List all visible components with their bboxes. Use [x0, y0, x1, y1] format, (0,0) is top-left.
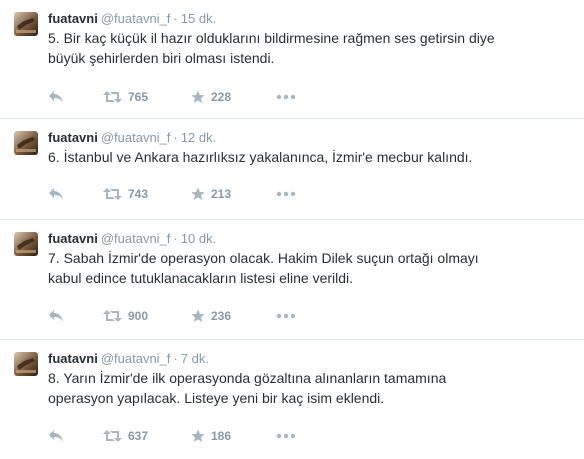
tweet[interactable]: fuatavni @fuatavni_f · 7 dk. 8. Yarın İzmir… — [0, 340, 584, 459]
tweet-fullname[interactable]: fuatavni — [48, 231, 98, 246]
tweet-username[interactable]: @fuatavni_f — [101, 351, 171, 366]
tweet[interactable]: fuatavni @fuatavni_f · 10 dk. 7. Sabah İzmi… — [0, 220, 584, 340]
star-icon — [191, 309, 205, 322]
tweet-text: 5. Bir kaç küçük il hazır olduklarını bi… — [48, 30, 495, 66]
retweet-icon — [103, 310, 122, 322]
reply-icon — [49, 188, 63, 200]
favorite-button[interactable]: 186 — [191, 429, 276, 443]
reply-icon — [49, 91, 63, 103]
star-icon — [191, 90, 205, 103]
tweet-actions: 637 186 — [48, 428, 296, 444]
tweet-text: 7. Sabah İzmir'de operasyon olacak. Haki… — [48, 250, 479, 286]
tweet-text: 6. İstanbul ve Ankara hazırlıksız yakala… — [48, 149, 473, 165]
retweet-button[interactable]: 637 — [103, 429, 191, 443]
reply-button[interactable] — [48, 429, 103, 443]
retweet-button[interactable]: 765 — [103, 90, 191, 104]
tweet[interactable]: fuatavni @fuatavni_f · 15 dk. 5. Bir kaç kü… — [0, 0, 584, 119]
reply-button[interactable] — [48, 309, 103, 323]
retweet-icon — [103, 91, 122, 103]
tweet-time[interactable]: 15 dk. — [181, 11, 216, 26]
tweet-fullname[interactable]: fuatavni — [48, 351, 98, 366]
reply-icon — [49, 310, 63, 322]
more-button[interactable] — [276, 191, 296, 197]
retweet-count: 765 — [128, 90, 149, 104]
tweet-time[interactable]: 10 dk. — [181, 231, 216, 246]
favorite-button[interactable]: 213 — [191, 187, 276, 201]
tweet-text: 8. Yarın İzmir'de ilk operasyonda gözalt… — [48, 370, 447, 406]
reply-icon — [49, 430, 63, 442]
favorite-count: 186 — [211, 429, 232, 443]
tweet-header: fuatavni @fuatavni_f · 12 dk. — [48, 130, 216, 146]
tweet-separator: · — [173, 231, 178, 246]
tweet-separator: · — [173, 351, 178, 366]
avatar[interactable] — [14, 232, 38, 256]
star-icon — [191, 187, 205, 200]
more-icon — [276, 433, 296, 439]
star-icon — [191, 429, 205, 442]
retweet-count: 900 — [128, 309, 149, 323]
retweet-button[interactable]: 743 — [103, 187, 191, 201]
tweet-fullname[interactable]: fuatavni — [48, 11, 98, 26]
retweet-count: 743 — [128, 187, 149, 201]
avatar[interactable] — [14, 352, 38, 376]
tweet-username[interactable]: @fuatavni_f — [101, 130, 171, 145]
tweet-header: fuatavni @fuatavni_f · 7 dk. — [48, 351, 209, 367]
more-button[interactable] — [276, 433, 296, 439]
tweet-header: fuatavni @fuatavni_f · 15 dk. — [48, 11, 216, 27]
tweet-actions: 743 213 — [48, 186, 296, 202]
avatar[interactable] — [14, 131, 38, 155]
retweet-button[interactable]: 900 — [103, 309, 191, 323]
favorite-count: 228 — [211, 90, 232, 104]
tweet-separator: · — [173, 130, 178, 145]
tweet-actions: 765 228 — [48, 89, 296, 105]
favorite-count: 236 — [211, 309, 232, 323]
favorite-count: 213 — [211, 187, 232, 201]
more-button[interactable] — [276, 313, 296, 319]
tweet-username[interactable]: @fuatavni_f — [101, 231, 171, 246]
tweet-fullname[interactable]: fuatavni — [48, 130, 98, 145]
retweet-icon — [103, 430, 122, 442]
avatar[interactable] — [14, 12, 38, 36]
tweet-timeline: fuatavni @fuatavni_f · 15 dk. 5. Bir kaç kü… — [0, 0, 584, 459]
tweet-actions: 900 236 — [48, 308, 296, 324]
reply-button[interactable] — [48, 90, 103, 104]
reply-button[interactable] — [48, 187, 103, 201]
favorite-button[interactable]: 228 — [191, 90, 276, 104]
tweet-separator: · — [173, 11, 178, 26]
favorite-button[interactable]: 236 — [191, 309, 276, 323]
more-icon — [276, 94, 296, 100]
tweet-time[interactable]: 7 dk. — [181, 351, 209, 366]
more-button[interactable] — [276, 94, 296, 100]
tweet-header: fuatavni @fuatavni_f · 10 dk. — [48, 231, 216, 247]
tweet-username[interactable]: @fuatavni_f — [101, 11, 171, 26]
tweet[interactable]: fuatavni @fuatavni_f · 12 dk. 6. İstanbul v… — [0, 119, 584, 220]
more-icon — [276, 191, 296, 197]
more-icon — [276, 313, 296, 319]
retweet-icon — [103, 188, 122, 200]
tweet-time[interactable]: 12 dk. — [181, 130, 216, 145]
retweet-count: 637 — [128, 429, 149, 443]
